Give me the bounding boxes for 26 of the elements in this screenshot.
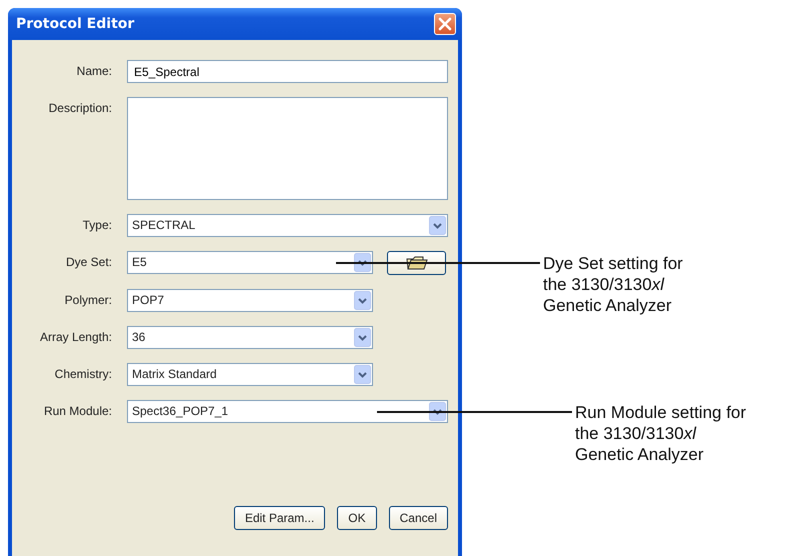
dropdown[interactable]: POP7	[127, 289, 373, 312]
callout-text: Dye Set setting for the 3130/3130xl Genetic Analyzer	[543, 253, 683, 316]
field-label: Description:	[48, 100, 112, 117]
dialog-button[interactable]: Cancel	[388, 506, 448, 530]
close-button[interactable]	[434, 13, 456, 35]
field-label: Dye Set:	[64, 254, 112, 271]
folder-icon	[406, 256, 428, 270]
dialog-button[interactable]: Edit Param...	[234, 506, 326, 530]
field-label: Name:	[76, 63, 112, 80]
browse-button[interactable]	[387, 251, 446, 275]
field-label: Array Length:	[38, 329, 112, 346]
dropdown[interactable]: Matrix Standard	[127, 363, 373, 386]
text-field[interactable]: E5_Spectral	[127, 60, 448, 83]
dropdown[interactable]: 36	[127, 326, 373, 349]
window-title: Protocol Editor	[16, 14, 134, 34]
description-field[interactable]	[127, 97, 448, 200]
dialog-button[interactable]: OK	[337, 506, 377, 530]
dropdown[interactable]: Spect36_POP7_1	[127, 400, 448, 423]
dropdown[interactable]: E5	[127, 251, 373, 274]
callout-text: Run Module setting for the 3130/3130xl Genetic Analyzer	[575, 402, 746, 465]
field-label: Polymer:	[64, 292, 112, 309]
field-label: Chemistry:	[54, 366, 112, 383]
field-label: Run Module:	[42, 403, 112, 420]
dropdown[interactable]: SPECTRAL	[127, 214, 448, 237]
field-label: Type:	[82, 217, 112, 234]
close-icon	[438, 17, 452, 31]
